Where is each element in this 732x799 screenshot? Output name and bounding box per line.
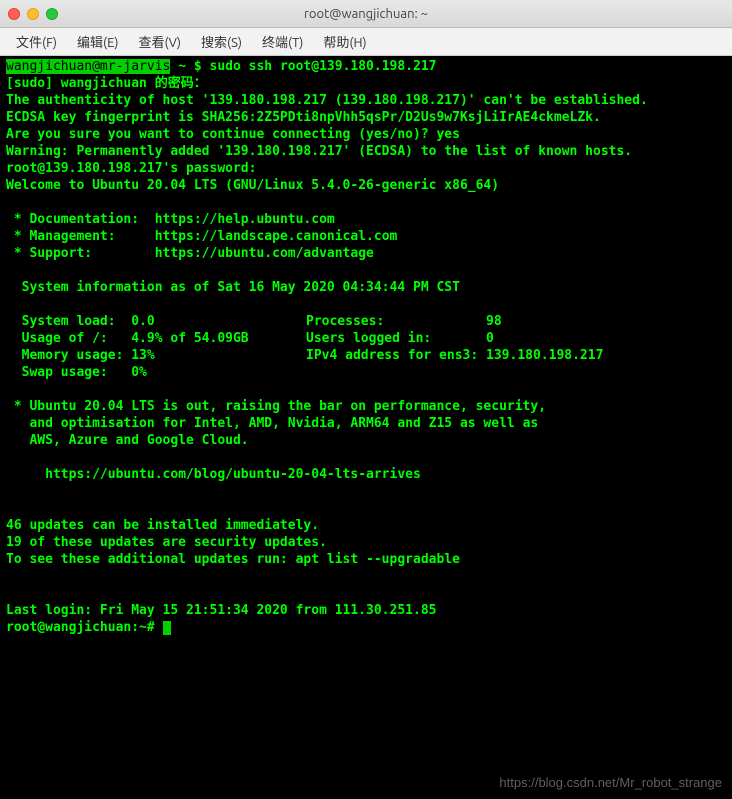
auth-line: The authenticity of host '139.180.198.21… [6, 92, 726, 109]
menubar: 文件(F) 编辑(E) 查看(V) 搜索(S) 终端(T) 帮助(H) [0, 28, 732, 56]
support-line: * Support: https://ubuntu.com/advantage [6, 245, 726, 262]
prompt-line: wangjichuan@mr-jarvis ~ $ sudo ssh root@… [6, 58, 726, 75]
fingerprint: ECDSA key fingerprint is SHA256:2Z5PDti8… [6, 109, 726, 126]
welcome: Welcome to Ubuntu 20.04 LTS (GNU/Linux 5… [6, 177, 726, 194]
minimize-button[interactable] [27, 8, 39, 20]
cursor [163, 621, 171, 635]
window-title: root@wangjichuan: ~ [0, 7, 732, 21]
window-controls [8, 8, 58, 20]
blank [6, 449, 726, 466]
prompt-user: wangjichuan@mr-jarvis [6, 59, 170, 74]
blank [6, 585, 726, 602]
watermark: https://blog.csdn.net/Mr_robot_strange [499, 774, 722, 791]
blank [6, 194, 726, 211]
motd-2: and optimisation for Intel, AMD, Nvidia,… [6, 415, 726, 432]
sys-row-2: Usage of /: 4.9% of 54.09GBUsers logged … [6, 330, 726, 347]
maximize-button[interactable] [46, 8, 58, 20]
updates-1: 46 updates can be installed immediately. [6, 517, 726, 534]
terminal-window: root@wangjichuan: ~ 文件(F) 编辑(E) 查看(V) 搜索… [0, 0, 732, 799]
motd-3: AWS, Azure and Google Cloud. [6, 432, 726, 449]
sysinfo-header: System information as of Sat 16 May 2020… [6, 279, 726, 296]
close-button[interactable] [8, 8, 20, 20]
menu-edit[interactable]: 编辑(E) [67, 30, 128, 53]
menu-view[interactable]: 查看(V) [129, 30, 191, 53]
blank [6, 296, 726, 313]
menu-search[interactable]: 搜索(S) [191, 30, 252, 53]
doc-line: * Documentation: https://help.ubuntu.com [6, 211, 726, 228]
motd-1: * Ubuntu 20.04 LTS is out, raising the b… [6, 398, 726, 415]
terminal-content[interactable]: wangjichuan@mr-jarvis ~ $ sudo ssh root@… [0, 56, 732, 799]
updates-3: To see these additional updates run: apt… [6, 551, 726, 568]
blank [6, 483, 726, 500]
password-prompt: root@139.180.198.217's password: [6, 160, 726, 177]
menu-file[interactable]: 文件(F) [6, 30, 67, 53]
blank [6, 381, 726, 398]
sudo-prompt: [sudo] wangjichuan 的密码： [6, 75, 726, 92]
blank [6, 500, 726, 517]
sys-row-1: System load: 0.0Processes: 98 [6, 313, 726, 330]
titlebar: root@wangjichuan: ~ [0, 0, 732, 28]
sys-row-4: Swap usage: 0% [6, 364, 726, 381]
menu-terminal[interactable]: 终端(T) [252, 30, 313, 53]
sys-row-3: Memory usage: 13%IPv4 address for ens3: … [6, 347, 726, 364]
last-login: Last login: Fri May 15 21:51:34 2020 fro… [6, 602, 726, 619]
prompt-2: root@wangjichuan:~# [6, 619, 726, 636]
command: sudo ssh root@139.180.198.217 [210, 59, 437, 74]
warning: Warning: Permanently added '139.180.198.… [6, 143, 726, 160]
prompt-sep: ~ $ [170, 59, 209, 74]
blank [6, 568, 726, 585]
confirm: Are you sure you want to continue connec… [6, 126, 726, 143]
mgmt-line: * Management: https://landscape.canonica… [6, 228, 726, 245]
updates-2: 19 of these updates are security updates… [6, 534, 726, 551]
blank [6, 262, 726, 279]
motd-url: https://ubuntu.com/blog/ubuntu-20-04-lts… [6, 466, 726, 483]
menu-help[interactable]: 帮助(H) [313, 30, 376, 53]
